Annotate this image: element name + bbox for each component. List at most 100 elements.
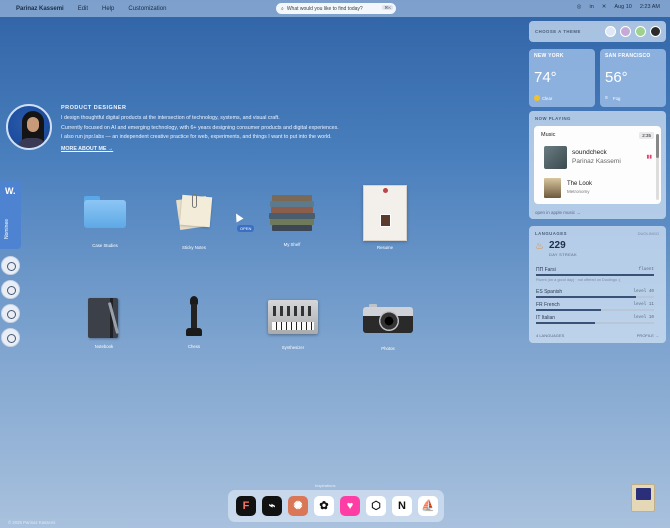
desktop-icon-label: Photos [381,346,395,351]
instagram-icon[interactable]: ◎ [577,4,582,10]
more-about-me-link[interactable]: MORE ABOUT ME → [61,145,361,155]
language-progress [536,309,654,311]
theme-swatch-light[interactable] [605,26,616,37]
language-name: FR French [536,302,560,308]
claude-icon[interactable]: ✺ [288,496,308,516]
desktop-icon-label: Synthesizer [281,345,305,350]
languages-subtitle: DUOLINGO [637,231,659,236]
award-badge-icon[interactable] [1,280,20,299]
notebook-icon [86,296,122,340]
weather-condition: Clear [542,96,553,101]
language-row: ES Spanish level 40 [536,289,654,295]
openai-icon[interactable]: ✿ [314,496,334,516]
desktop-icon-notebook[interactable]: Notebook [72,296,136,349]
playing-indicator-icon: ▮▮ [646,154,652,160]
language-name: ПП Farsi [536,267,556,273]
now-playing-title: NOW PLAYING [535,116,571,121]
desktop-icon-case-studies[interactable]: Case Studies [73,196,137,248]
desktop-icon-label: Case Studies [92,243,118,248]
desktop-icon-photos[interactable]: Photos [356,302,420,351]
dock: F ⌁ ✺ ✿ ♥ ⬡ N ⛵ [228,490,444,522]
theme-widget: CHOOSE A THEME [529,21,666,42]
sailboat-icon[interactable]: ⛵ [418,496,438,516]
profile-intro: PRODUCT DESIGNER I design thoughtful dig… [61,104,361,155]
figma-icon[interactable]: F [236,496,256,516]
language-row: FR French level 11 [536,302,654,308]
weather-city: SAN FRANCISCO [605,53,651,59]
award-badge-icon[interactable] [1,304,20,323]
menu-help[interactable]: Help [102,6,114,12]
open-tooltip: OPEN [237,225,255,232]
profile-line-1: I design thoughtful digital products at … [61,114,280,121]
award-badge-icon[interactable] [1,328,20,347]
synthesizer-icon [268,300,318,334]
resume-icon [363,185,407,241]
fog-icon: ≡ [605,95,608,101]
desktop-icon-sticky-notes[interactable]: Sticky Notes [162,194,226,250]
x-icon[interactable]: ✕ [602,4,607,10]
award-badge-icon[interactable] [1,256,20,275]
date-label: Aug 10 [614,4,632,10]
classic-mac-icon[interactable] [631,484,655,512]
menu-bar: Parinaz Kassemi Edit Help Customization … [0,0,670,17]
language-progress [536,322,654,324]
language-note: Fluent (on a good day) · not offered on … [536,278,621,282]
language-level: level 40 [633,289,654,294]
streak-count: 229 [549,240,566,251]
search-input[interactable]: ⌕ What would you like to find today? ⌘K [276,3,396,14]
language-row: ПП Farsi fluent [536,267,654,273]
languages-widget: LANGUAGES DUOLINGO ♨ 229 DAY STREAK ПП F… [529,226,666,343]
menu-bar-status: ◎ in ✕ Aug 10 2:23 AM [577,4,660,10]
languages-count: 4 LANGUAGES [536,333,565,338]
notion-icon[interactable]: N [392,496,412,516]
theme-swatch-purple[interactable] [620,26,631,37]
awwwards-logo: W. [5,186,16,196]
language-level: level 10 [633,315,654,320]
sticky-notes-icon [176,194,213,230]
box-3d-icon[interactable]: ⬡ [366,496,386,516]
profile-line-2: Currently focused on AI and emerging tec… [61,124,339,131]
heart-app-icon[interactable]: ♥ [340,496,360,516]
theme-swatch-green[interactable] [635,26,646,37]
duolingo-profile-link[interactable]: PROFILE → [637,333,659,338]
language-level: fluent [638,267,654,272]
track-artist: Metronomy [567,189,590,194]
streak-label: DAY STREAK [549,252,577,257]
language-progress [536,296,654,298]
open-apple-music-link[interactable]: open in apple music → [535,210,581,215]
framer-icon[interactable]: ⌁ [262,496,282,516]
menu-edit[interactable]: Edit [78,6,88,12]
avatar [6,104,52,150]
language-name: IT Italian [536,315,556,321]
nominee-tab[interactable]: W. Nominee [0,181,21,249]
weather-condition: Fog [613,96,621,101]
search-placeholder: What would you like to find today? [286,5,363,12]
menu-customization[interactable]: Customization [128,6,166,12]
linkedin-icon[interactable]: in [589,4,593,10]
sun-icon [534,95,540,101]
weather-temp: 74° [534,69,557,86]
track-time: 2:35 [639,132,654,139]
dock-label: Inspirations [315,483,336,488]
desktop-icon-label: Sticky Notes [182,245,206,250]
language-name: ES Spanish [536,289,563,295]
folder-icon [84,196,126,228]
desktop-icon-label: My Shelf [283,242,301,247]
app-name-menu[interactable]: Parinaz Kassemi [16,6,64,12]
weather-temp: 56° [605,69,628,86]
scrollbar[interactable] [656,134,659,200]
desktop-icon-synthesizer[interactable]: Synthesizer [261,300,325,350]
language-progress [536,274,654,276]
chess-icon [184,296,204,340]
album-art[interactable] [544,146,567,169]
theme-swatch-dark[interactable] [650,26,661,37]
languages-title: LANGUAGES [535,231,567,236]
track-artist: Parinaz Kassemi [572,158,621,165]
album-art[interactable] [544,178,561,198]
desktop-icon-chess[interactable]: Chess [162,296,226,349]
weather-widget-new-york: NEW YORK 74° Clear [529,49,595,107]
desktop-icon-resume[interactable]: Resume [353,185,417,250]
profile-line-3: I also run jnpr.labs — an independent cr… [61,134,332,141]
track-title: soundcheck [572,149,607,156]
desktop-icon-my-shelf[interactable]: My Shelf [260,193,324,247]
